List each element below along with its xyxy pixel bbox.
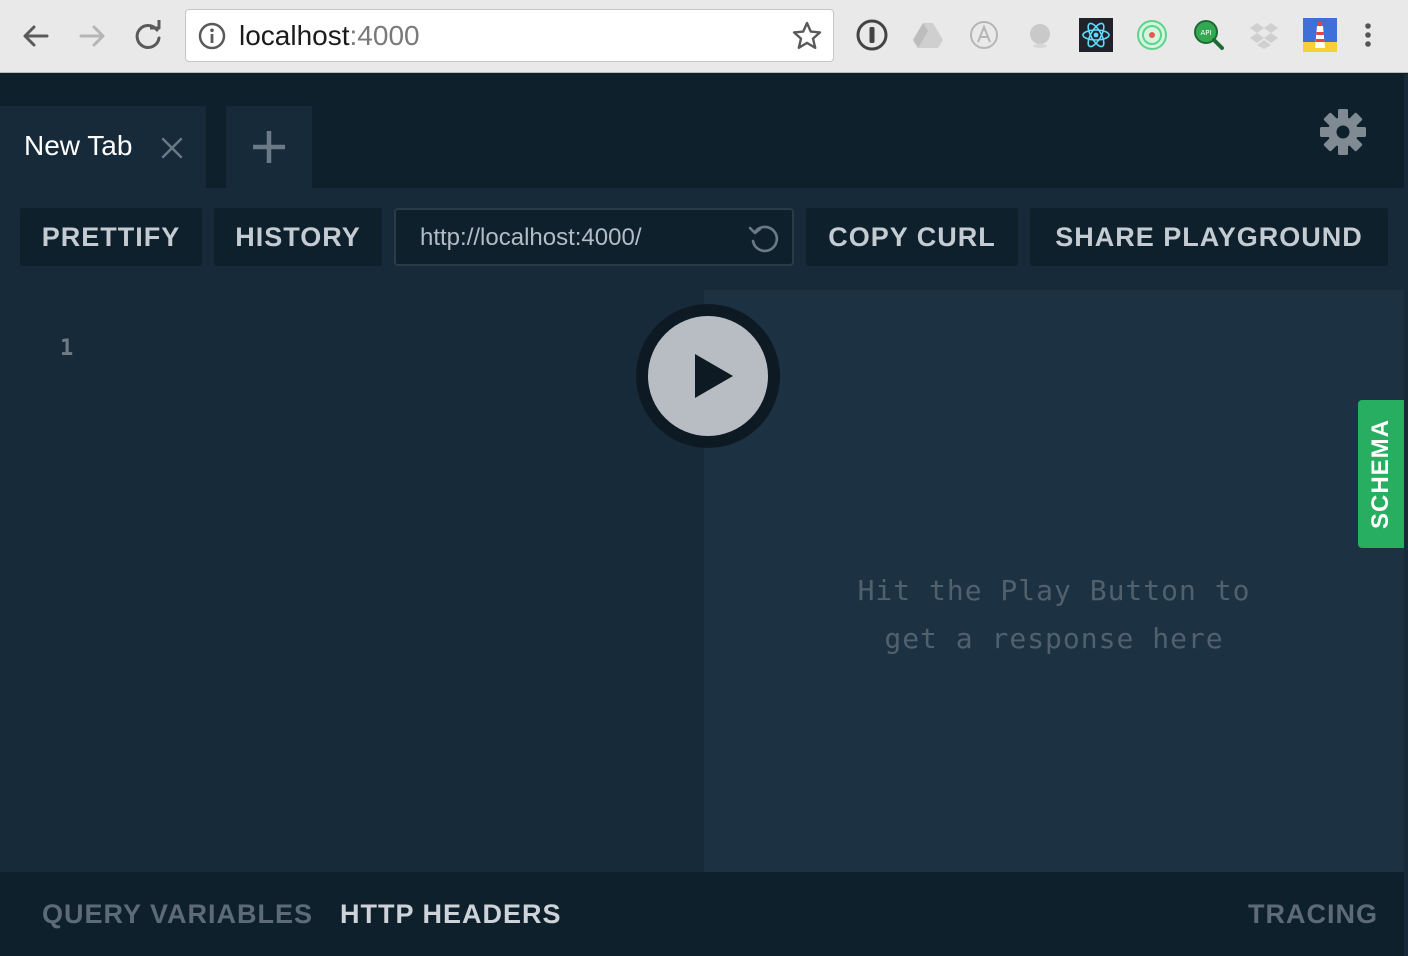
close-icon[interactable] — [158, 134, 186, 162]
svg-text:API: API — [1200, 29, 1211, 37]
tab-query-variables[interactable]: QUERY VARIABLES — [42, 898, 313, 930]
dropbox-icon[interactable] — [1247, 18, 1281, 52]
more-menu-icon[interactable] — [1351, 18, 1385, 52]
address-text: localhost:4000 — [239, 21, 420, 51]
endpoint-input[interactable]: http://localhost:4000/ — [394, 208, 794, 266]
plus-icon — [253, 131, 285, 163]
browser-toolbar: localhost:4000 API — [0, 0, 1408, 73]
address-bar[interactable]: localhost:4000 — [185, 9, 834, 62]
execute-query-button[interactable] — [636, 304, 780, 448]
result-placeholder: Hit the Play Button to get a response he… — [704, 567, 1404, 663]
info-icon[interactable] — [198, 22, 226, 50]
back-icon[interactable] — [16, 16, 56, 56]
tab-new-tab[interactable]: New Tab — [0, 106, 206, 188]
query-editor[interactable]: 1 — [0, 290, 704, 872]
history-button[interactable]: HISTORY — [214, 208, 382, 266]
reload-schema-icon[interactable] — [746, 220, 782, 256]
api-search-icon[interactable]: API — [1191, 18, 1225, 52]
prettify-button[interactable]: PRETTIFY — [20, 208, 202, 266]
reload-icon[interactable] — [128, 16, 168, 56]
play-icon — [695, 354, 733, 398]
tab-bar: New Tab — [0, 74, 1404, 188]
result-hint-line-1: Hit the Play Button to — [857, 574, 1251, 607]
bottom-panel-tabs: QUERY VARIABLES HTTP HEADERS TRACING — [0, 872, 1404, 956]
copy-curl-button[interactable]: COPY CURL — [806, 208, 1018, 266]
share-playground-button[interactable]: SHARE PLAYGROUND — [1030, 208, 1388, 266]
line-number: 1 — [60, 336, 74, 361]
forward-icon[interactable] — [72, 16, 112, 56]
url-host: localhost — [239, 20, 350, 51]
schema-tab-label: SCHEMA — [1367, 418, 1394, 530]
result-hint-line-2: get a response here — [884, 622, 1224, 655]
grey-dot-icon[interactable] — [1023, 18, 1057, 52]
window-edge — [1404, 74, 1408, 956]
google-drive-icon[interactable] — [911, 18, 945, 52]
react-devtools-icon[interactable] — [1079, 18, 1113, 52]
a-circle-icon[interactable] — [967, 18, 1001, 52]
add-tab-button[interactable] — [226, 106, 312, 188]
tab-http-headers[interactable]: HTTP HEADERS — [340, 898, 562, 930]
schema-tab[interactable]: SCHEMA — [1358, 400, 1404, 548]
onepassword-icon[interactable] — [855, 18, 889, 52]
endpoint-text: http://localhost:4000/ — [420, 224, 642, 251]
radar-icon[interactable] — [1135, 18, 1169, 52]
editor-toolbar: PRETTIFY HISTORY http://localhost:4000/ … — [0, 188, 1404, 290]
settings-gear-icon[interactable] — [1318, 107, 1368, 157]
bookmark-star-icon[interactable] — [791, 20, 823, 52]
tab-tracing[interactable]: TRACING — [1248, 898, 1378, 930]
lighthouse-icon[interactable] — [1303, 18, 1337, 52]
result-panel: Hit the Play Button to get a response he… — [704, 290, 1404, 872]
tab-label: New Tab — [24, 130, 133, 161]
playground-app: New Tab PRETTIFY HISTORY http://localhos… — [0, 74, 1404, 956]
play-button[interactable] — [648, 316, 768, 436]
url-port: :4000 — [349, 20, 420, 51]
